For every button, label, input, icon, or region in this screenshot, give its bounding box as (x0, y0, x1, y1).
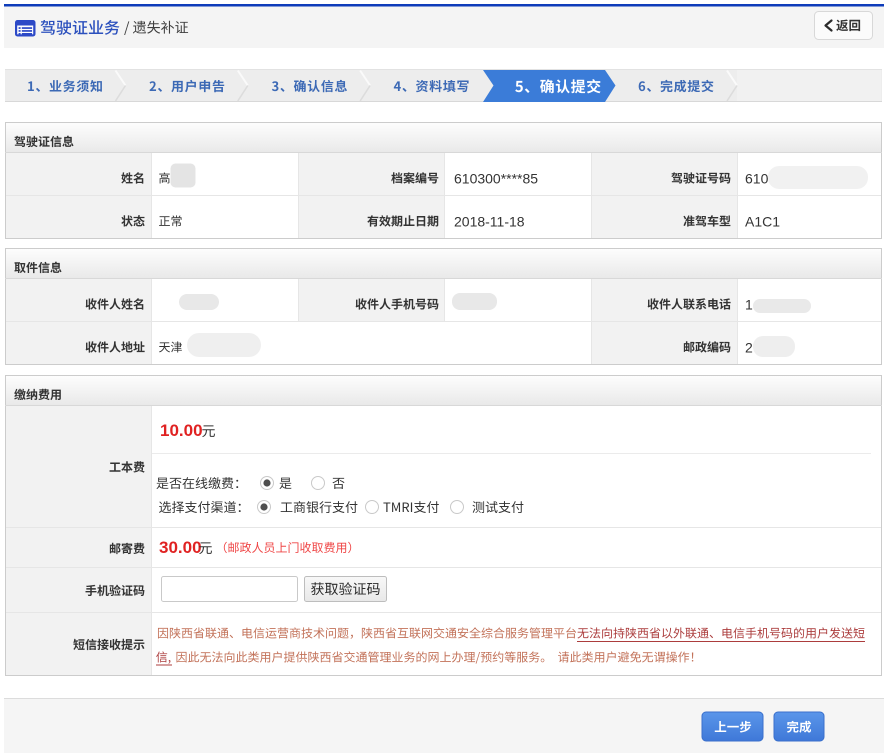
svg-text:610: 610 (745, 171, 769, 187)
svg-text:30.00: 30.00 (159, 538, 202, 557)
svg-text:2018-11-18: 2018-11-18 (454, 214, 525, 230)
svg-text:A1C1: A1C1 (745, 214, 780, 230)
svg-text:10.00: 10.00 (160, 421, 203, 440)
svg-text:1: 1 (745, 297, 753, 313)
svg-text:2: 2 (745, 340, 753, 356)
svg-text:610300****85: 610300****85 (454, 171, 538, 187)
